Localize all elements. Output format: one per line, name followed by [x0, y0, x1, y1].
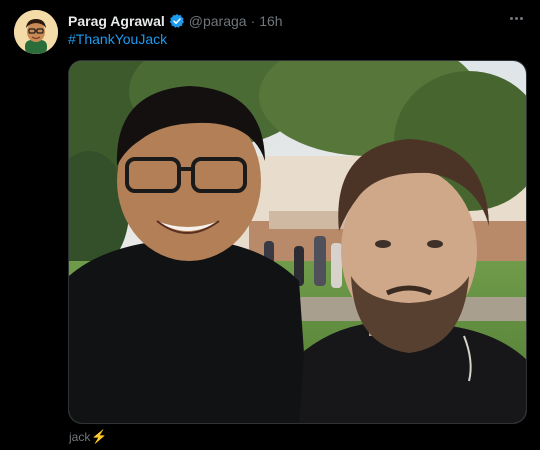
lightning-icon: ⚡ [91, 429, 108, 444]
tweet-text: #ThankYouJack [68, 31, 167, 47]
author-handle[interactable]: @paraga [189, 13, 247, 29]
author-display-name[interactable]: Parag Agrawal [68, 13, 165, 29]
tweet-photo[interactable] [68, 60, 527, 424]
tagged-user: jack [69, 430, 91, 444]
more-dot [519, 16, 523, 20]
more-options-icon[interactable] [504, 8, 528, 28]
more-dot [509, 16, 513, 20]
author-avatar[interactable] [14, 10, 58, 54]
hashtag-link[interactable]: #ThankYouJack [68, 31, 167, 47]
tweet-header: Parag Agrawal @paraga · 16h [68, 11, 283, 31]
memoji-avatar-icon [14, 10, 58, 54]
photo-two-men-outdoors [69, 61, 526, 423]
more-dot [514, 16, 518, 20]
verified-badge-icon [169, 14, 184, 28]
photo-tag[interactable]: jack ⚡ [69, 429, 108, 445]
tweet-timestamp[interactable]: 16h [259, 13, 282, 29]
header-separator: · [250, 13, 256, 29]
tweet[interactable]: Parag Agrawal @paraga · 16h #ThankYouJac… [0, 0, 540, 450]
